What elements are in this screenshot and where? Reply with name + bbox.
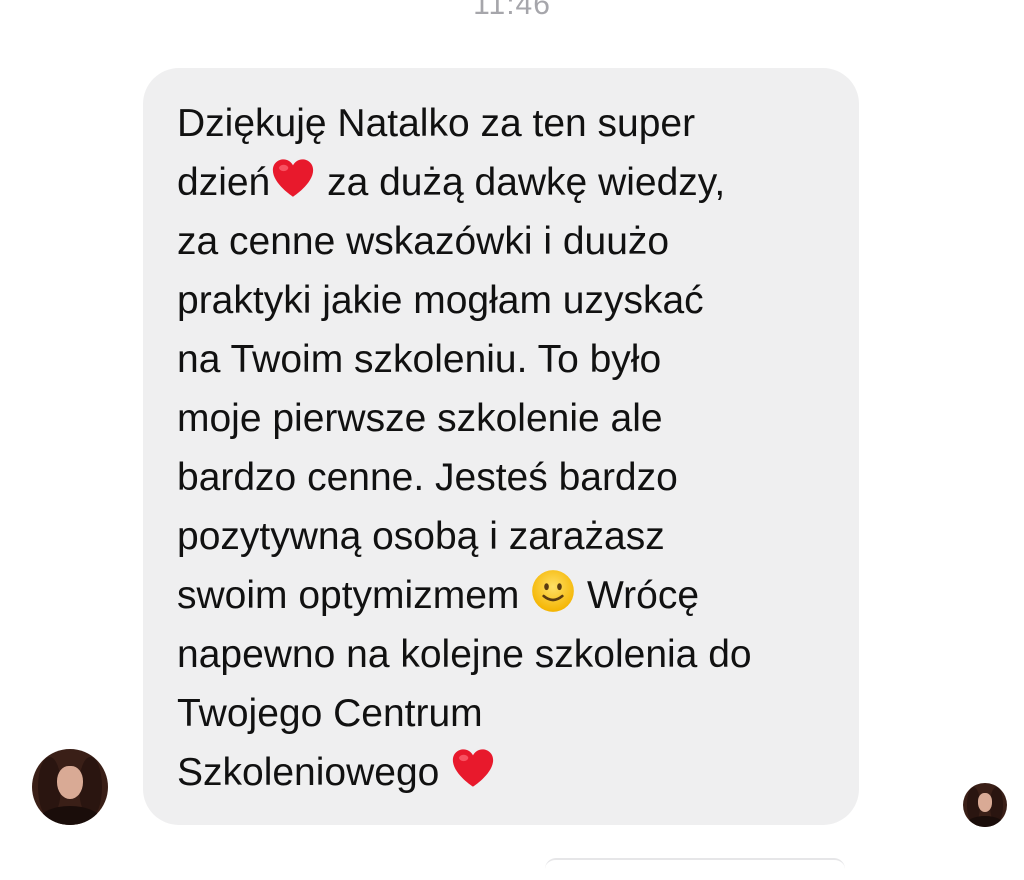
message-text-segment: za dużą dawkę wiedzy, za cenne wskazówki… (177, 161, 726, 617)
message-timestamp: 11:46 (473, 0, 551, 21)
smiling-face-icon (532, 570, 575, 612)
read-receipt-avatar (963, 783, 1007, 827)
next-message-edge (545, 858, 845, 880)
sender-avatar[interactable] (32, 749, 108, 825)
red-heart-icon (273, 159, 314, 197)
received-message-bubble[interactable]: Dziękuję Natalko za ten super dzień za d… (143, 68, 859, 825)
red-heart-icon (453, 749, 494, 787)
message-text: Dziękuję Natalko za ten super dzień za d… (177, 94, 829, 802)
